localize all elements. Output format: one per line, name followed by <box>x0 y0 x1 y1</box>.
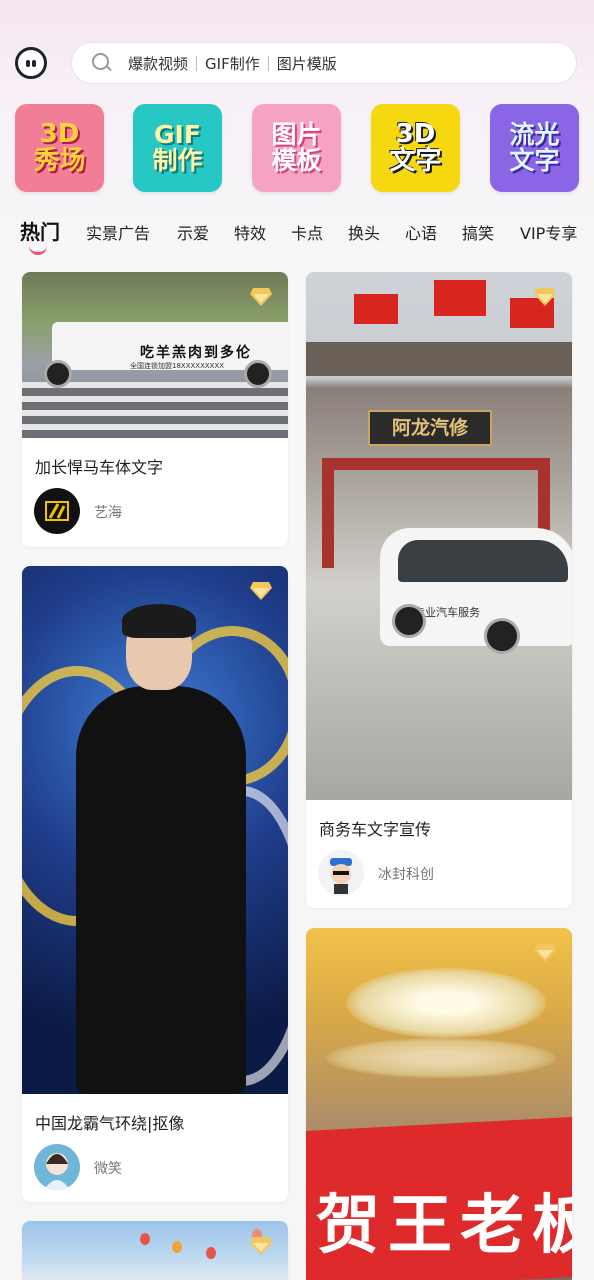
vip-diamond-icon <box>250 582 272 600</box>
search-icon <box>92 53 112 73</box>
card-title: 加长悍马车体文字 <box>35 458 164 477</box>
profile-icon-eye <box>32 60 36 67</box>
thumbnail-detail <box>206 1247 216 1259</box>
card-thumbnail: 贺王老板 <box>306 928 572 1280</box>
feature-gif-maker[interactable]: GIF 制作 <box>133 104 222 192</box>
vip-diamond-icon <box>534 944 556 962</box>
tab-effects[interactable]: 特效 <box>234 220 266 244</box>
tab-face-swap[interactable]: 换头 <box>348 220 380 244</box>
tab-love[interactable]: 示爱 <box>177 220 209 244</box>
search-keyword[interactable]: GIF制作 <box>205 53 260 74</box>
profile-button[interactable] <box>15 47 47 79</box>
category-tabs: 热门 实景广告 示爱 特效 卡点 换头 心语 搞笑 VIP专享 <box>0 214 594 254</box>
tab-hot[interactable]: 热门 <box>20 216 60 245</box>
girl-avatar-icon <box>44 1153 70 1190</box>
template-card[interactable]: 贺王老板 <box>306 928 572 1280</box>
thumbnail-detail <box>306 342 572 376</box>
divider <box>196 55 198 71</box>
thumbnail-detail <box>326 1038 556 1078</box>
tab-heart-words[interactable]: 心语 <box>405 220 437 244</box>
feature-label: 3D 秀场 <box>33 118 86 176</box>
tab-beat-sync[interactable]: 卡点 <box>291 220 323 244</box>
cartoon-avatar-icon <box>330 858 352 894</box>
thumbnail-detail <box>392 604 426 638</box>
template-card[interactable]: 阿龙汽修 专业汽车服务 商务车文字宣传 冰封科创 <box>306 272 572 908</box>
card-title: 中国龙霸气环绕|抠像 <box>35 1114 185 1133</box>
card-title: 商务车文字宣传 <box>319 820 432 839</box>
avatar <box>34 1144 80 1190</box>
feature-3d-show[interactable]: 3D 秀场 <box>15 104 104 192</box>
vip-diamond-icon <box>250 288 272 306</box>
card-thumbnail <box>22 1221 288 1280</box>
thumbnail-text: 全国连锁加盟18XXXXXXXXX <box>130 362 225 370</box>
feature-3d-text[interactable]: 3D 文字 <box>371 104 460 192</box>
feature-label: 3D 文字 <box>389 118 442 176</box>
thumbnail-detail <box>172 1241 182 1253</box>
profile-icon-eye <box>26 60 30 67</box>
card-author: 冰封科创 <box>378 867 434 883</box>
thumbnail-detail <box>44 360 72 388</box>
tab-vip[interactable]: VIP专享 <box>520 220 577 244</box>
template-card[interactable] <box>22 1221 288 1280</box>
tab-real-scene-ads[interactable]: 实景广告 <box>86 220 150 244</box>
template-card[interactable]: 中国龙霸气环绕|抠像 微笑 <box>22 566 288 1202</box>
thumbnail-text: 贺王老板 <box>316 1188 572 1263</box>
thumbnail-detail <box>244 360 272 388</box>
avatar <box>34 488 80 534</box>
thumbnail-detail <box>22 382 288 438</box>
thumbnail-text: 阿龙汽修 <box>368 410 492 446</box>
card-thumbnail <box>22 566 288 1094</box>
thumbnail-detail <box>434 280 486 316</box>
feature-label: 流光 文字 <box>509 119 560 175</box>
avatar <box>318 850 364 896</box>
thumbnail-text: 吃羊羔肉到多伦 <box>140 345 252 361</box>
vip-diamond-icon <box>534 288 556 306</box>
search-bar[interactable]: 爆款视频 GIF制作 图片模版 <box>71 42 577 84</box>
thumbnail-detail <box>122 604 196 638</box>
card-author: 微笑 <box>94 1161 122 1177</box>
search-keyword[interactable]: 爆款视频 <box>128 53 188 74</box>
thumbnail-detail <box>354 294 398 324</box>
template-card[interactable]: 吃羊羔肉到多伦 全国连锁加盟18XXXXXXXXX 加长悍马车体文字 艺海 <box>22 272 288 547</box>
thumbnail-detail <box>398 540 568 582</box>
vip-diamond-icon <box>250 1237 272 1255</box>
feature-label: GIF 制作 <box>152 119 203 175</box>
search-keyword[interactable]: 图片模版 <box>277 53 337 74</box>
card-author: 艺海 <box>94 505 122 521</box>
card-thumbnail: 阿龙汽修 专业汽车服务 <box>306 272 572 800</box>
feature-label: 图片 模板 <box>271 119 322 175</box>
feature-glow-text[interactable]: 流光 文字 <box>490 104 579 192</box>
film-icon <box>45 501 69 521</box>
thumbnail-detail <box>346 968 546 1038</box>
divider <box>267 55 269 71</box>
feature-image-template[interactable]: 图片 模板 <box>252 104 341 192</box>
thumbnail-detail <box>76 686 246 1094</box>
thumbnail-detail <box>484 618 520 654</box>
tab-funny[interactable]: 搞笑 <box>462 220 494 244</box>
thumbnail-detail <box>140 1233 150 1245</box>
card-thumbnail: 吃羊羔肉到多伦 全国连锁加盟18XXXXXXXXX <box>22 272 288 438</box>
